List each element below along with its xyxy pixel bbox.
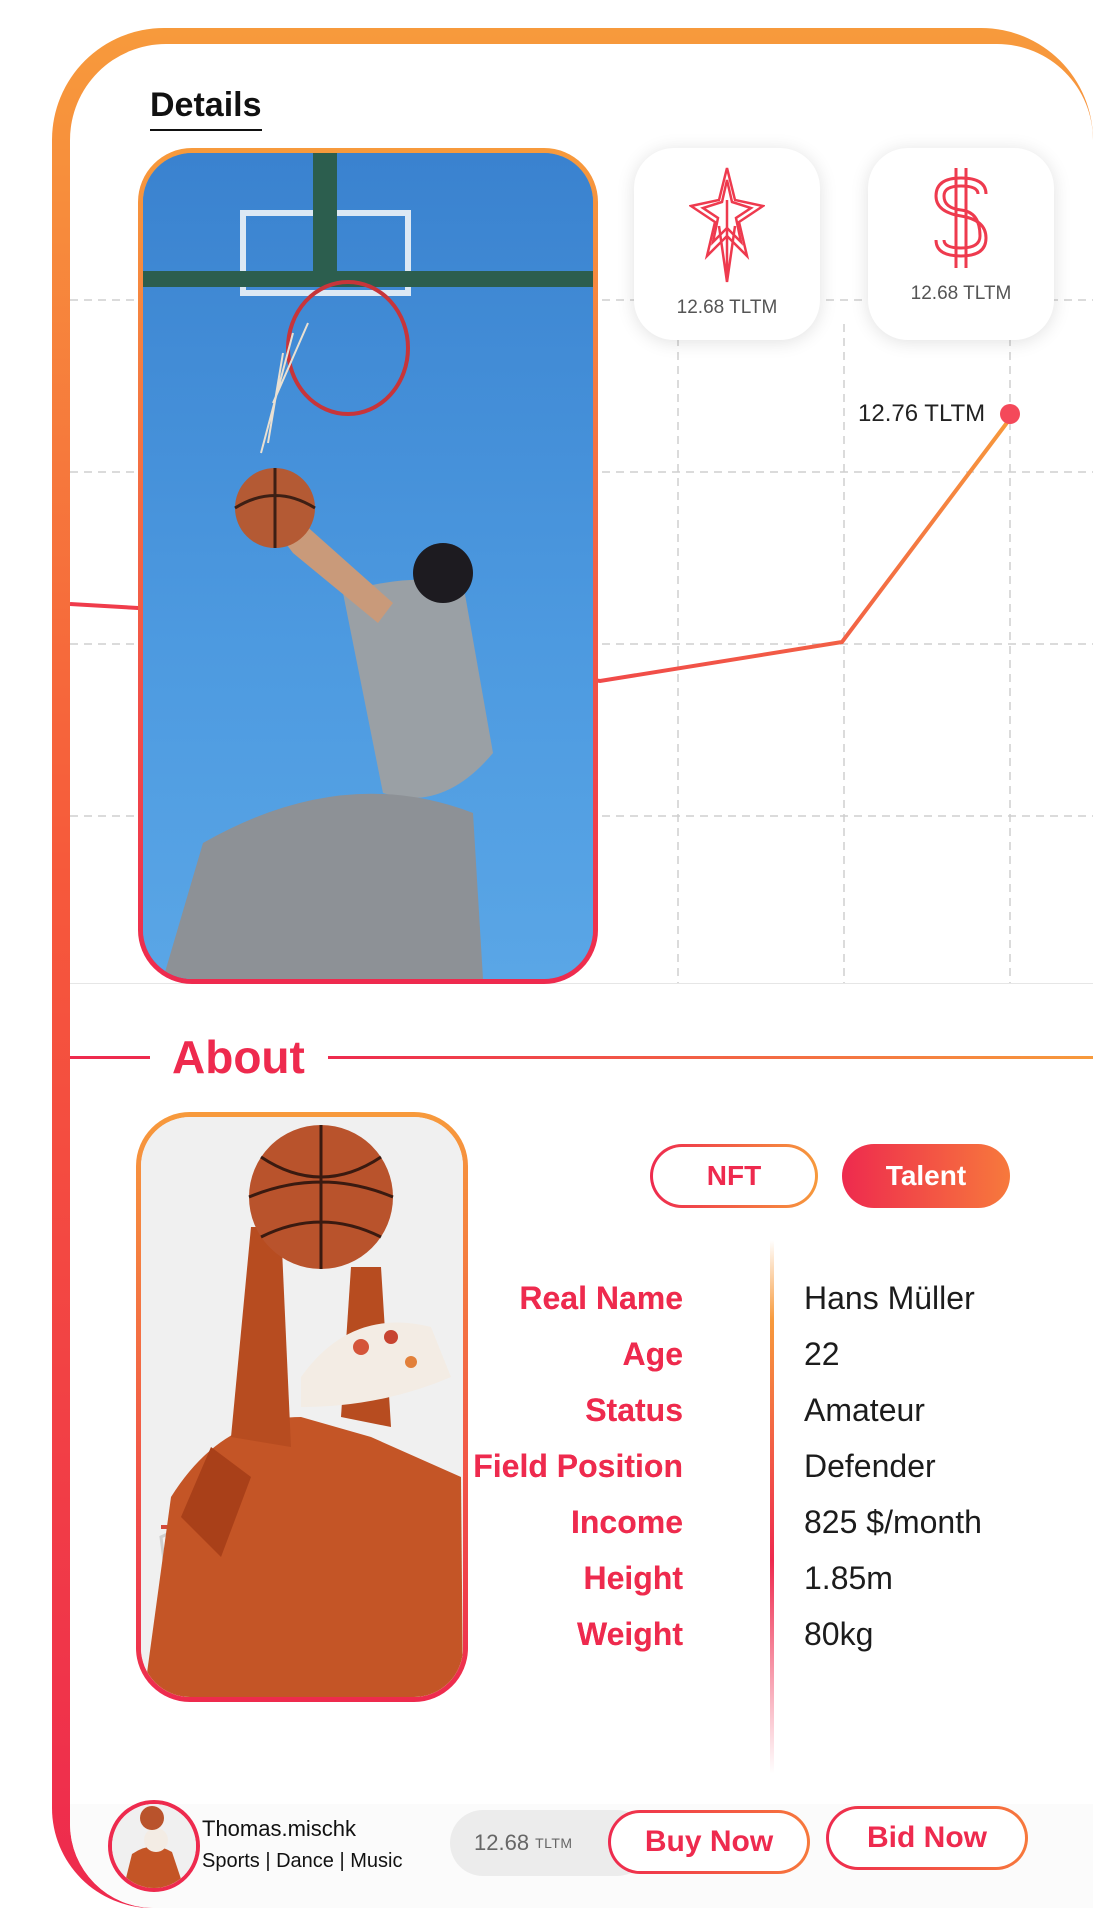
info-label-age: Age bbox=[622, 1336, 683, 1372]
price-unit: TLTM bbox=[535, 1835, 573, 1851]
info-value-field-position: Defender bbox=[804, 1448, 936, 1484]
star-icon bbox=[687, 166, 767, 289]
info-label-income: Income bbox=[570, 1504, 683, 1540]
chart-latest-point bbox=[1000, 404, 1020, 424]
info-value-real-name: Hans Müller bbox=[804, 1280, 975, 1316]
info-value-height: 1.85m bbox=[804, 1560, 893, 1596]
info-label-weight: Weight bbox=[576, 1616, 683, 1652]
token-card-star[interactable]: 12.68 TLTM bbox=[634, 148, 820, 340]
avatar[interactable] bbox=[108, 1800, 200, 1892]
token-value: 12.68 TLTM bbox=[676, 297, 778, 318]
info-value-age: 22 bbox=[804, 1336, 840, 1372]
tab-talent[interactable]: Talent bbox=[842, 1144, 1010, 1208]
buy-now-button[interactable]: Buy Now bbox=[608, 1810, 810, 1874]
divider bbox=[70, 1056, 150, 1059]
info-divider bbox=[770, 1240, 774, 1774]
price-value: 12.68 bbox=[474, 1830, 530, 1855]
info-value-status: Amateur bbox=[804, 1392, 925, 1428]
token-card-dollar[interactable]: 12.68 TLTM bbox=[868, 148, 1054, 340]
info-value-income: 825 $/month bbox=[804, 1504, 982, 1540]
details-card: Details 12.68 TLTM 12.68 TLTM 12.76 TLTM… bbox=[70, 44, 1093, 1908]
bid-now-button[interactable]: Bid Now bbox=[826, 1806, 1028, 1870]
about-heading: About bbox=[172, 1031, 305, 1083]
about-photo bbox=[136, 1112, 468, 1702]
info-label-height: Height bbox=[583, 1560, 683, 1596]
chart-latest-label: 12.76 TLTM bbox=[858, 400, 986, 427]
info-label-real-name: Real Name bbox=[519, 1280, 683, 1316]
divider bbox=[328, 1056, 1093, 1059]
token-value: 12.68 TLTM bbox=[910, 283, 1012, 304]
user-categories: Sports | Dance | Music bbox=[202, 1850, 403, 1872]
hero-photo bbox=[138, 148, 598, 984]
page-title: Details bbox=[150, 86, 262, 131]
dollar-icon bbox=[928, 166, 994, 275]
info-value-weight: 80kg bbox=[804, 1616, 874, 1652]
info-label-status: Status bbox=[585, 1392, 683, 1428]
username[interactable]: Thomas.mischk bbox=[202, 1816, 356, 1842]
tab-nft[interactable]: NFT bbox=[650, 1144, 818, 1208]
info-label-field-position: Field Position bbox=[473, 1448, 683, 1484]
